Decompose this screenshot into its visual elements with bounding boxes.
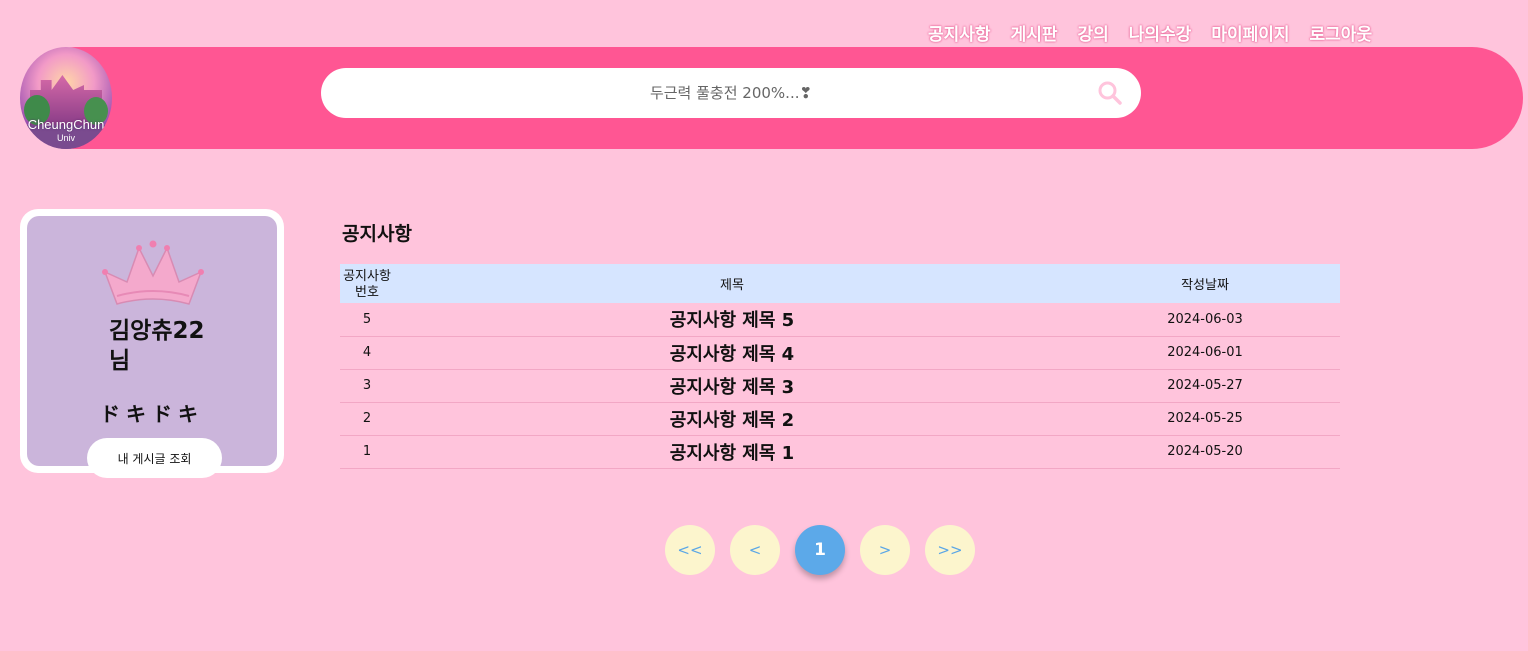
row-date: 2024-06-01 [1167, 345, 1243, 360]
column-header-title: 제목 [720, 278, 744, 293]
table-row[interactable]: 4 공지사항 제목 4 2024-06-01 [340, 336, 1340, 369]
column-header-number: 공지사항 번호 [343, 268, 391, 300]
search-bar [321, 68, 1141, 118]
row-date: 2024-05-25 [1167, 411, 1243, 426]
row-number: 5 [362, 311, 372, 327]
pagination: << < 1 > >> [665, 525, 975, 575]
table-row[interactable]: 2 공지사항 제목 2 2024-05-25 [340, 402, 1340, 435]
notice-table: 공지사항 번호 제목 작성날짜 5 공지사항 제목 5 2024-06-03 4… [340, 264, 1340, 469]
crown-icon [102, 240, 204, 305]
table-row[interactable]: 1 공지사항 제목 1 2024-05-20 [340, 435, 1340, 468]
my-posts-button[interactable]: 내 게시글 조회 [87, 438, 222, 478]
first-page-button[interactable]: << [665, 525, 715, 575]
last-page-button[interactable]: >> [925, 525, 975, 575]
row-title-link[interactable]: 공지사항 제목 1 [394, 435, 1070, 468]
top-nav: 공지사항 게시판 강의 나의수강 마이페이지 로그아웃 [928, 20, 1372, 45]
row-title-link[interactable]: 공지사항 제목 5 [394, 303, 1070, 336]
nav-notice[interactable]: 공지사항 [928, 20, 991, 45]
table-header-row: 공지사항 번호 제목 작성날짜 [340, 264, 1340, 303]
profile-name: 김앙츄22 님 [109, 318, 205, 374]
university-logo[interactable]: CheungChun Univ [20, 47, 112, 149]
row-title-link[interactable]: 공지사항 제목 4 [394, 336, 1070, 369]
nav-board[interactable]: 게시판 [1011, 20, 1058, 45]
row-date: 2024-05-20 [1167, 444, 1243, 459]
column-header-date: 작성날짜 [1181, 278, 1229, 293]
profile-status: ドキドキ [100, 402, 204, 426]
row-title-link[interactable]: 공지사항 제목 3 [394, 369, 1070, 402]
nav-mypage[interactable]: 마이페이지 [1211, 20, 1289, 45]
search-icon[interactable] [1097, 80, 1123, 106]
row-number: 3 [362, 378, 372, 393]
profile-card-inner: 김앙츄22 님 ドキドキ [27, 216, 277, 466]
row-date: 2024-06-03 [1167, 311, 1243, 327]
row-number: 2 [362, 411, 372, 426]
profile-card: 김앙츄22 님 ドキドキ [20, 209, 284, 473]
row-title-link[interactable]: 공지사항 제목 2 [394, 402, 1070, 435]
next-page-button[interactable]: > [860, 525, 910, 575]
row-date: 2024-05-27 [1167, 378, 1243, 393]
nav-logout[interactable]: 로그아웃 [1310, 20, 1373, 45]
row-number: 1 [362, 444, 372, 459]
nav-my-courses[interactable]: 나의수강 [1129, 20, 1192, 45]
row-number: 4 [362, 345, 372, 360]
logo-subtext: Univ [56, 133, 75, 143]
table-row[interactable]: 5 공지사항 제목 5 2024-06-03 [340, 303, 1340, 336]
current-page-button[interactable]: 1 [795, 525, 845, 575]
search-input[interactable] [321, 68, 1141, 118]
nav-lecture[interactable]: 강의 [1077, 20, 1108, 45]
table-row[interactable]: 3 공지사항 제목 3 2024-05-27 [340, 369, 1340, 402]
page-title: 공지사항 [342, 223, 412, 245]
prev-page-button[interactable]: < [730, 525, 780, 575]
logo-text: CheungChun [27, 117, 105, 132]
